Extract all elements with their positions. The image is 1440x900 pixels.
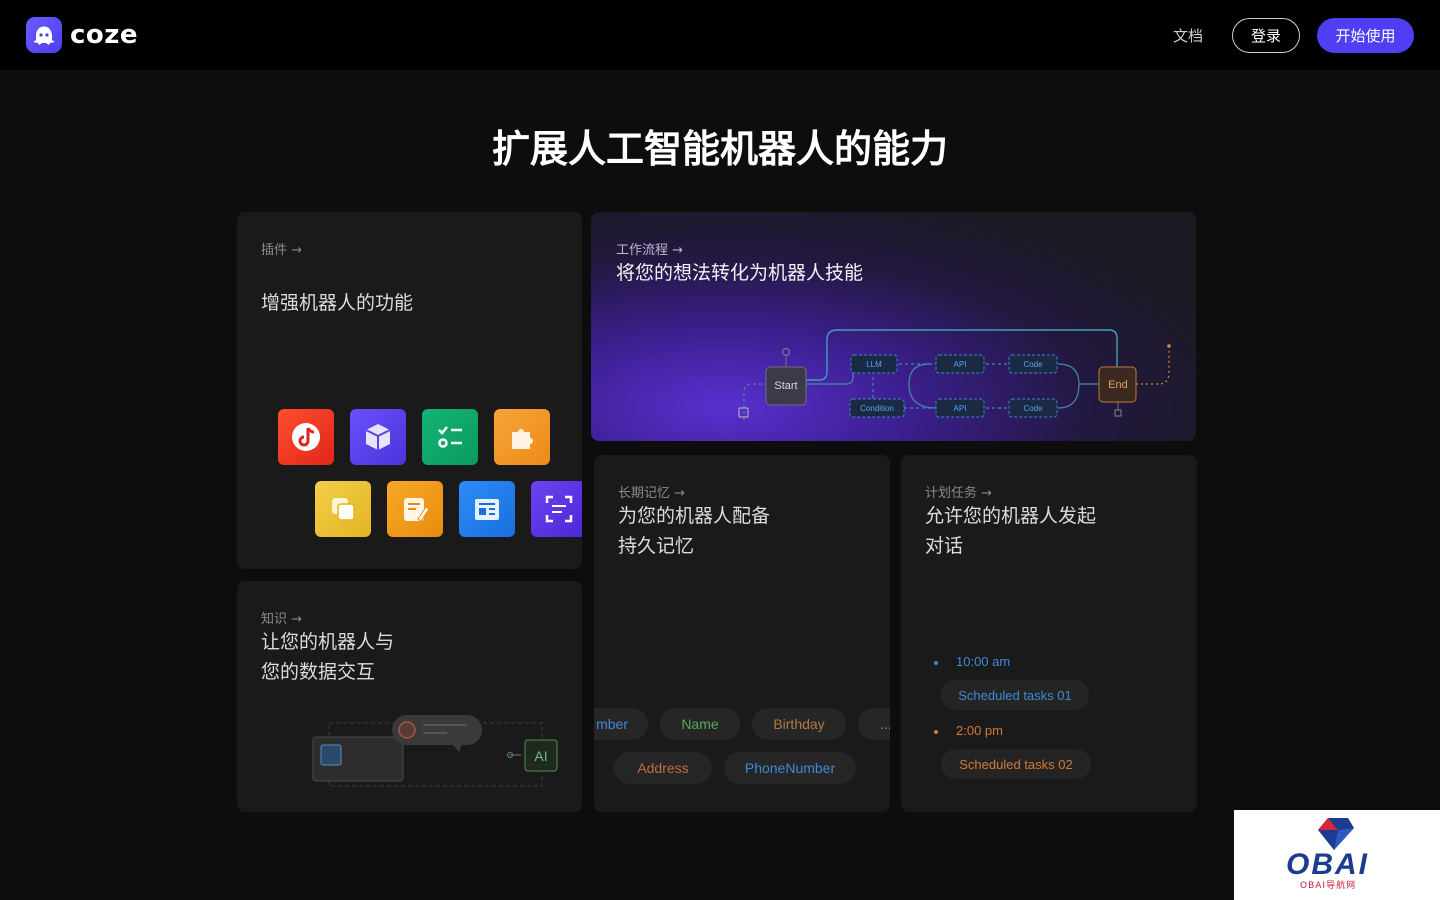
node-api-1: API — [954, 360, 967, 369]
knowledge-card[interactable]: 知识 → 让您的机器人与 您的数据交互 AI — [237, 581, 582, 812]
memory-field-birthday: Birthday — [752, 708, 846, 740]
node-llm: LLM — [866, 360, 882, 369]
plugin-card[interactable]: 插件 → 增强机器人的功能 — [237, 212, 582, 569]
plugin-title: 增强机器人的功能 — [261, 292, 414, 314]
notes-icon — [387, 481, 443, 537]
memory-field-name: Name — [660, 708, 740, 740]
node-code-1: Code — [1023, 360, 1043, 369]
task-1-dot — [934, 661, 938, 665]
node-condition: Condition — [860, 404, 894, 413]
top-navigation-bar: coze 文档 登录 开始使用 — [0, 0, 1440, 70]
obai-logo-icon — [1318, 818, 1354, 850]
memory-tag[interactable]: 长期记忆 → — [618, 482, 685, 501]
node-api-2: API — [954, 404, 967, 413]
knowledge-illustration: AI — [312, 715, 558, 787]
ai-label: AI — [534, 748, 547, 764]
schedule-card[interactable]: 计划任务 → 允许您的机器人发起 对话 10:00 am Scheduled t… — [901, 455, 1197, 812]
memory-card[interactable]: 长期记忆 → 为您的机器人配备 持久记忆 mber Name Birthday … — [594, 455, 890, 812]
login-button[interactable]: 登录 — [1232, 18, 1300, 53]
coze-logo-icon — [26, 17, 62, 53]
watermark-text: OBAI — [1286, 848, 1369, 881]
task-1-label: Scheduled tasks 01 — [941, 680, 1089, 710]
node-end: End — [1108, 379, 1128, 391]
task-1-time: 10:00 am — [956, 654, 1011, 669]
plugin-tag[interactable]: 插件 → — [261, 239, 302, 258]
node-start: Start — [774, 380, 797, 392]
workflow-card[interactable]: 工作流程 → 将您的想法转化为机器人技能 Start LLM API Code … — [591, 212, 1196, 441]
layers-icon — [315, 481, 371, 537]
workflow-diagram: Start LLM API Code Condition API Code En… — [738, 329, 1171, 420]
tiktok-icon — [278, 409, 334, 465]
obai-watermark: OBAI OBAI导航网 — [1234, 810, 1440, 900]
page-title: 扩展人工智能机器人的能力 — [491, 127, 948, 171]
docs-link[interactable]: 文档 — [1173, 25, 1203, 46]
task-2-dot — [934, 730, 938, 734]
checklist-icon — [422, 409, 478, 465]
task-2-label: Scheduled tasks 02 — [941, 749, 1091, 779]
get-started-button[interactable]: 开始使用 — [1317, 18, 1414, 53]
task-2-time: 2:00 pm — [956, 723, 1003, 738]
coze-logo[interactable]: coze — [26, 17, 138, 53]
node-code-2: Code — [1023, 404, 1043, 413]
memory-field-number: mber — [594, 708, 648, 740]
puzzle-icon — [494, 409, 550, 465]
news-icon — [459, 481, 515, 537]
scan-icon — [531, 481, 582, 537]
memory-field-address: Address — [614, 752, 712, 784]
cube-icon — [350, 409, 406, 465]
schedule-title-line1: 允许您的机器人发起 — [925, 505, 1097, 527]
watermark-subtext: OBAI导航网 — [1300, 881, 1357, 891]
memory-field-phone: PhoneNumber — [724, 752, 856, 784]
schedule-title-line2: 对话 — [925, 535, 964, 557]
memory-title-line1: 为您的机器人配备 — [618, 505, 771, 527]
schedule-tag[interactable]: 计划任务 → — [925, 482, 992, 501]
brand-name: coze — [70, 20, 139, 50]
memory-field-more: ... — [858, 708, 890, 740]
memory-title-line2: 持久记忆 — [618, 535, 695, 557]
